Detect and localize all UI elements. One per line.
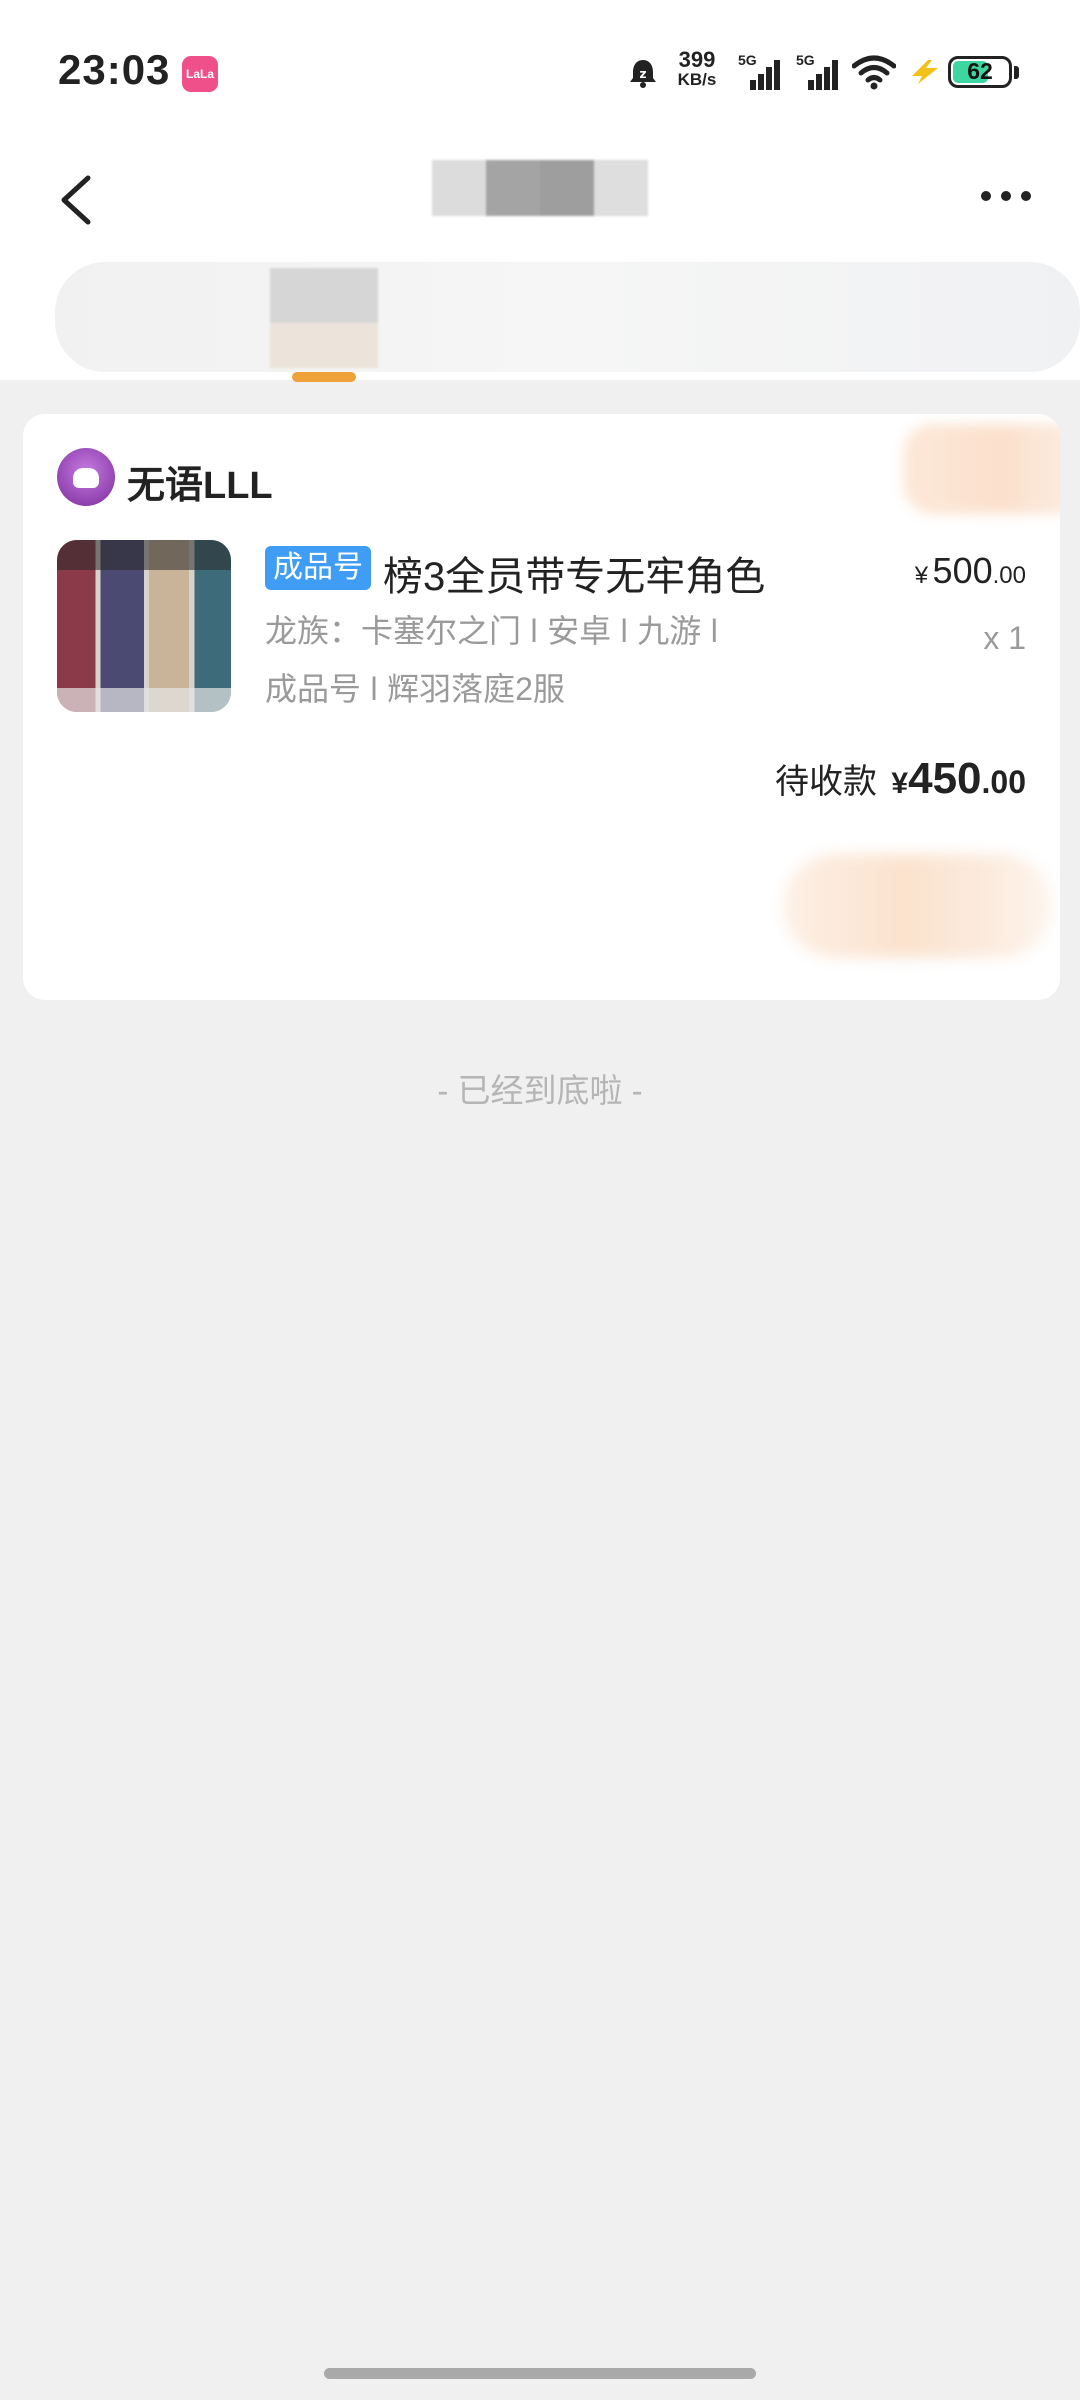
pending-amount: 待收款 ¥450.00	[775, 754, 1026, 804]
battery-tip	[1014, 66, 1019, 79]
status-bar: 23:03 LaLa z 399 KB/s 5G 5G 62	[0, 0, 1080, 140]
nav-bar	[0, 140, 1080, 250]
quantity: x 1	[983, 620, 1026, 656]
signal-icon: 5G	[796, 52, 842, 92]
order-status-blurred	[903, 424, 1060, 514]
pending-currency: ¥	[891, 767, 909, 800]
more-button[interactable]	[978, 184, 1034, 208]
svg-text:z: z	[640, 67, 647, 81]
unit-price: ¥ 500.00	[915, 550, 1026, 592]
battery-icon: 62	[948, 56, 1012, 88]
net-speed-value: 399	[678, 47, 716, 72]
wifi-icon	[852, 55, 896, 90]
chevron-left-icon	[61, 175, 91, 225]
page-title-blurred	[432, 160, 648, 216]
end-of-list-text: - 已经到底啦 -	[437, 1072, 643, 1109]
pending-decimal: .00	[981, 764, 1026, 800]
net-speed-unit: KB/s	[677, 70, 717, 89]
net-speed: 399 KB/s	[672, 47, 722, 90]
battery-level: 62	[967, 58, 993, 84]
home-indicator[interactable]	[324, 2368, 756, 2379]
pending-label: 待收款	[774, 763, 877, 801]
price-integer: 500	[932, 550, 993, 591]
product-thumbnail[interactable]	[57, 540, 231, 712]
app-notification-icon: LaLa	[182, 56, 218, 92]
status-time: 23:03	[58, 46, 171, 93]
product-attributes-line1: 龙族：卡塞尔之门 ǀ 安卓 ǀ 九游 ǀ	[265, 613, 719, 649]
seller-avatar[interactable]	[57, 448, 115, 506]
order-card[interactable]: 无语LLL 成品号 榜3全员带专无牢角色 龙族：卡塞尔之门 ǀ 安卓 ǀ 九游 …	[23, 414, 1060, 1000]
product-tag: 成品号	[265, 546, 371, 590]
header-area: 23:03 LaLa z 399 KB/s 5G 5G 62	[0, 0, 1080, 382]
tab-active-blurred[interactable]	[270, 268, 378, 368]
signal-icon: 5G	[738, 52, 784, 92]
product-attributes: 龙族：卡塞尔之门 ǀ 安卓 ǀ 九游 ǀ 成品号 ǀ 辉羽落庭2服	[265, 602, 825, 718]
action-button-blurred[interactable]	[783, 854, 1053, 958]
product-attributes-line2: 成品号 ǀ 辉羽落庭2服	[265, 671, 565, 707]
seller-name[interactable]: 无语LLL	[127, 454, 273, 509]
back-button[interactable]	[50, 170, 110, 230]
price-decimal: .00	[992, 562, 1026, 589]
alarm-icon: z	[630, 60, 656, 88]
pending-integer: 450	[908, 754, 982, 803]
more-dots-icon	[981, 191, 1031, 201]
charging-icon	[912, 60, 938, 84]
price-currency: ¥	[914, 562, 929, 589]
product-title[interactable]: 榜3全员带专无牢角色	[383, 544, 765, 602]
order-tabs-blurred[interactable]	[55, 262, 1080, 372]
tab-active-indicator	[292, 372, 356, 382]
